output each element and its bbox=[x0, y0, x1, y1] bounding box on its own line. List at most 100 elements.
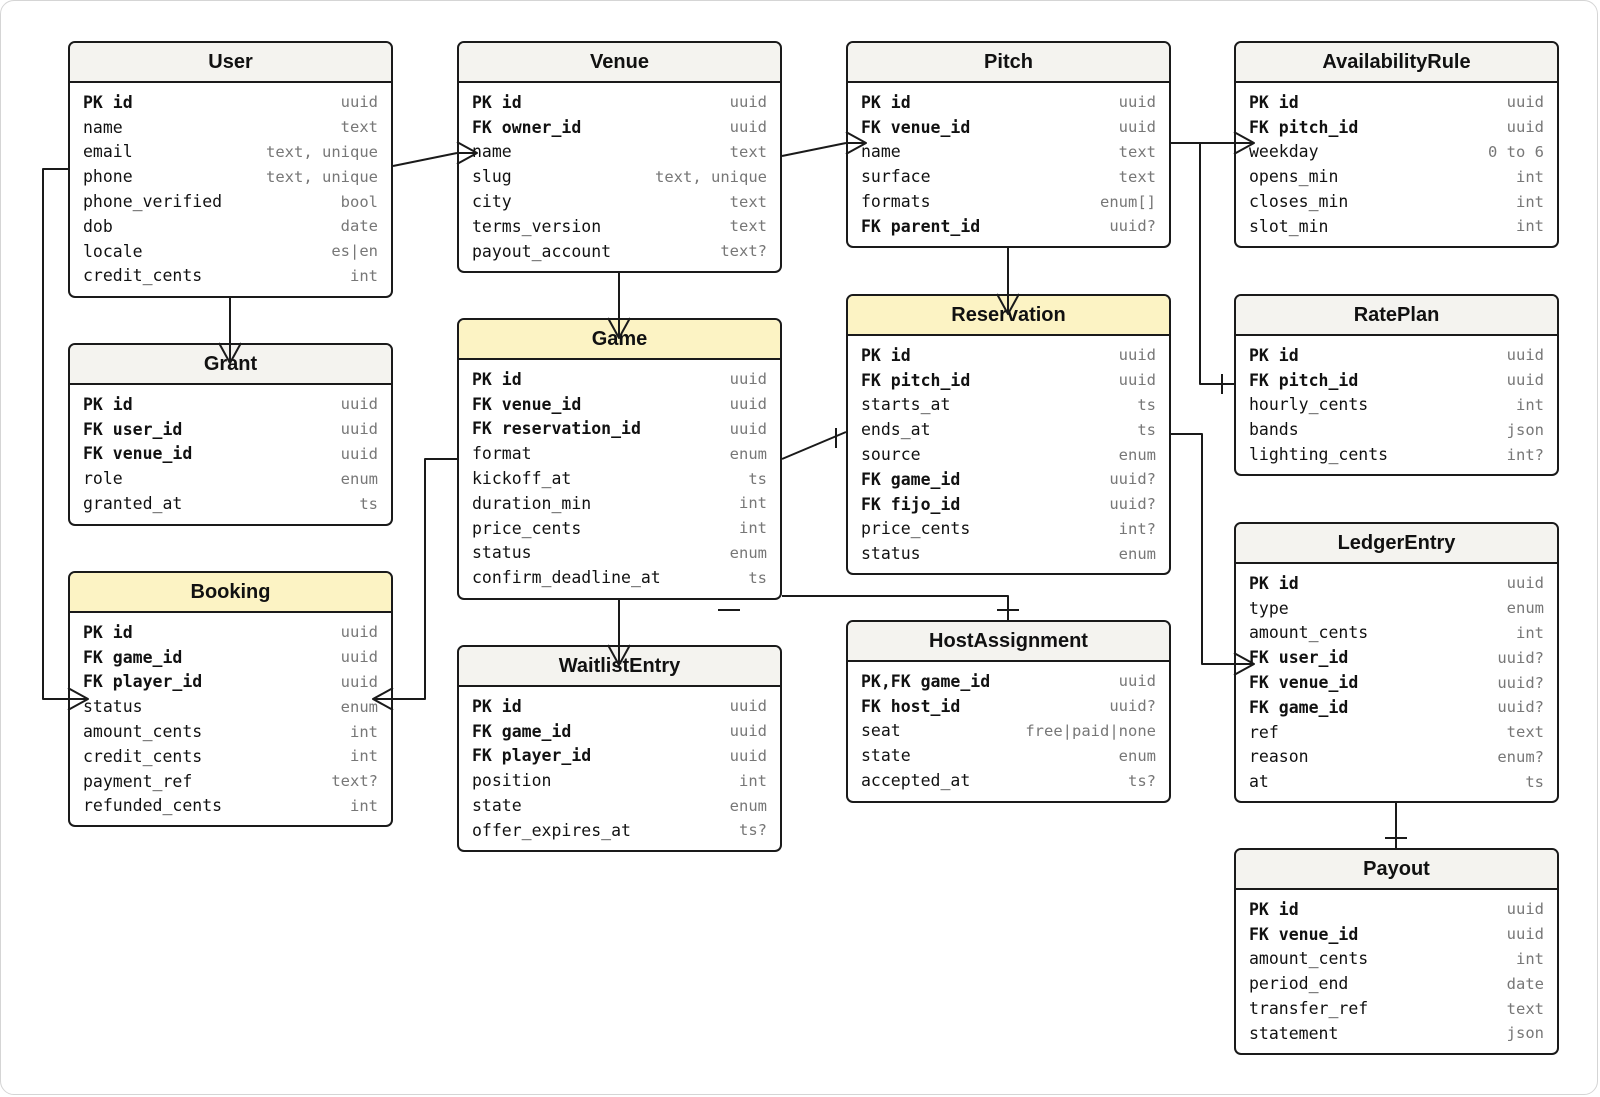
field-type: date bbox=[340, 217, 378, 236]
field-type: text bbox=[729, 142, 767, 161]
field-row: FK game_id uuid bbox=[459, 719, 780, 744]
field-name: FK reservation_id bbox=[472, 419, 641, 439]
entity-hostassignment[interactable]: HostAssignment PK,FK game_id uuid FK host_… bbox=[846, 620, 1171, 803]
field-type: int? bbox=[1506, 445, 1544, 464]
field-name: slug bbox=[472, 167, 512, 187]
entity-ledgerentry[interactable]: LedgerEntry PK id uuid type enum amount_cent… bbox=[1234, 522, 1559, 803]
entity-game[interactable]: Game PK id uuid FK venue_id uuid FK reservat… bbox=[457, 318, 782, 600]
field-row: accepted_at ts? bbox=[848, 768, 1169, 793]
field-row: credit_cents int bbox=[70, 264, 391, 289]
field-type: enum bbox=[729, 796, 767, 815]
entity-fields: PK id uuid FK pitch_id uuid hourly_cents int b… bbox=[1236, 336, 1557, 467]
field-name: FK game_id bbox=[1249, 697, 1349, 717]
field-type: int bbox=[739, 494, 767, 513]
field-row: FK pitch_id uuid bbox=[1236, 368, 1557, 393]
field-name: offer_expires_at bbox=[472, 820, 631, 840]
field-name: starts_at bbox=[861, 395, 951, 415]
field-name: email bbox=[83, 142, 133, 162]
field-type: uuid bbox=[729, 395, 767, 414]
entity-waitlistentry[interactable]: WaitlistEntry PK id uuid FK game_id uuid FK … bbox=[457, 645, 782, 852]
field-type: text, unique bbox=[266, 142, 378, 161]
field-name: FK game_id bbox=[861, 469, 961, 489]
entity-availabilityrule[interactable]: AvailabilityRule PK id uuid FK pitch_id uui… bbox=[1234, 41, 1559, 248]
field-name: at bbox=[1249, 772, 1269, 792]
field-row: PK id uuid bbox=[848, 343, 1169, 368]
field-row: price_cents int bbox=[459, 516, 780, 541]
field-name: payout_account bbox=[472, 241, 612, 261]
field-type: uuid? bbox=[1109, 217, 1156, 236]
field-row: reason enum? bbox=[1236, 745, 1557, 770]
field-row: FK game_id uuid? bbox=[848, 467, 1169, 492]
field-row: status enum bbox=[70, 694, 391, 719]
field-row: FK user_id uuid bbox=[70, 417, 391, 442]
entity-user[interactable]: User PK id uuid name text email text, unique p… bbox=[68, 41, 393, 298]
entity-grant[interactable]: Grant PK id uuid FK user_id uuid FK venue_id… bbox=[68, 343, 393, 526]
field-row: refunded_cents int bbox=[70, 794, 391, 819]
field-row: lighting_cents int? bbox=[1236, 442, 1557, 467]
entity-fields: PK id uuid FK game_id uuid FK player_id uuid p… bbox=[459, 687, 780, 843]
field-type: uuid bbox=[340, 444, 378, 463]
field-name: FK host_id bbox=[861, 696, 961, 716]
field-row: duration_min int bbox=[459, 491, 780, 516]
field-name: PK id bbox=[83, 622, 133, 642]
field-type: enum bbox=[1506, 599, 1544, 618]
field-name: position bbox=[472, 771, 552, 791]
field-type: int bbox=[739, 519, 767, 538]
entity-venue[interactable]: Venue PK id uuid FK owner_id uuid name text sl… bbox=[457, 41, 782, 273]
field-name: opens_min bbox=[1249, 167, 1339, 187]
field-type: uuid bbox=[1506, 900, 1544, 919]
field-type: int bbox=[1516, 949, 1544, 968]
entity-title: AvailabilityRule bbox=[1236, 43, 1557, 83]
field-type: uuid bbox=[1118, 346, 1156, 365]
entity-fields: PK id uuid FK pitch_id uuid starts_at ts ends_… bbox=[848, 336, 1169, 566]
field-type: enum bbox=[1118, 445, 1156, 464]
entity-reservation[interactable]: Reservation PK id uuid FK pitch_id uuid star… bbox=[846, 294, 1171, 575]
field-row: amount_cents int bbox=[1236, 621, 1557, 646]
field-type: uuid bbox=[1118, 371, 1156, 390]
field-name: kickoff_at bbox=[472, 469, 572, 489]
entity-rateplan[interactable]: RatePlan PK id uuid FK pitch_id uuid hourly_… bbox=[1234, 294, 1559, 476]
field-name: status bbox=[472, 543, 532, 563]
field-row: status enum bbox=[459, 541, 780, 566]
field-name: terms_version bbox=[472, 216, 602, 236]
field-name: state bbox=[472, 796, 522, 816]
entity-pitch[interactable]: Pitch PK id uuid FK venue_id uuid name text su… bbox=[846, 41, 1171, 248]
field-row: FK venue_id uuid bbox=[848, 115, 1169, 140]
field-type: int bbox=[1516, 192, 1544, 211]
field-name: FK fijo_id bbox=[861, 494, 961, 514]
field-row: PK id uuid bbox=[70, 620, 391, 645]
entity-booking[interactable]: Booking PK id uuid FK game_id uuid FK player… bbox=[68, 571, 393, 827]
field-type: uuid? bbox=[1497, 698, 1544, 717]
field-row: FK venue_id uuid? bbox=[1236, 670, 1557, 695]
field-row: slot_min int bbox=[1236, 214, 1557, 239]
entity-title: Grant bbox=[70, 345, 391, 385]
field-name: lighting_cents bbox=[1249, 445, 1389, 465]
entity-fields: PK id uuid FK venue_id uuid amount_cents int p… bbox=[1236, 890, 1557, 1046]
field-row: state enum bbox=[848, 743, 1169, 768]
field-type: int? bbox=[1118, 519, 1156, 538]
field-type: uuid bbox=[1118, 118, 1156, 137]
field-row: PK id uuid bbox=[459, 90, 780, 115]
field-row: slug text, unique bbox=[459, 164, 780, 189]
field-type: enum bbox=[1118, 746, 1156, 765]
entity-title: RatePlan bbox=[1236, 296, 1557, 336]
field-name: PK,FK game_id bbox=[861, 671, 991, 691]
field-name: PK id bbox=[472, 696, 522, 716]
field-row: type enum bbox=[1236, 596, 1557, 621]
field-row: FK parent_id uuid? bbox=[848, 214, 1169, 239]
field-name: payment_ref bbox=[83, 771, 193, 791]
field-row: role enum bbox=[70, 466, 391, 491]
field-type: text, unique bbox=[266, 167, 378, 186]
field-type: int bbox=[350, 796, 378, 815]
field-name: status bbox=[83, 697, 143, 717]
field-name: FK parent_id bbox=[861, 216, 981, 236]
field-name: credit_cents bbox=[83, 746, 203, 766]
entity-fields: PK id uuid type enum amount_cents int FK user_… bbox=[1236, 564, 1557, 794]
field-name: FK game_id bbox=[472, 721, 572, 741]
field-row: PK id uuid bbox=[459, 367, 780, 392]
entity-payout[interactable]: Payout PK id uuid FK venue_id uuid amount_ce… bbox=[1234, 848, 1559, 1055]
field-row: FK fijo_id uuid? bbox=[848, 492, 1169, 517]
diagram-canvas: User PK id uuid name text email text, unique p… bbox=[0, 0, 1600, 1097]
field-type: json bbox=[1506, 420, 1544, 439]
field-type: uuid? bbox=[1497, 673, 1544, 692]
